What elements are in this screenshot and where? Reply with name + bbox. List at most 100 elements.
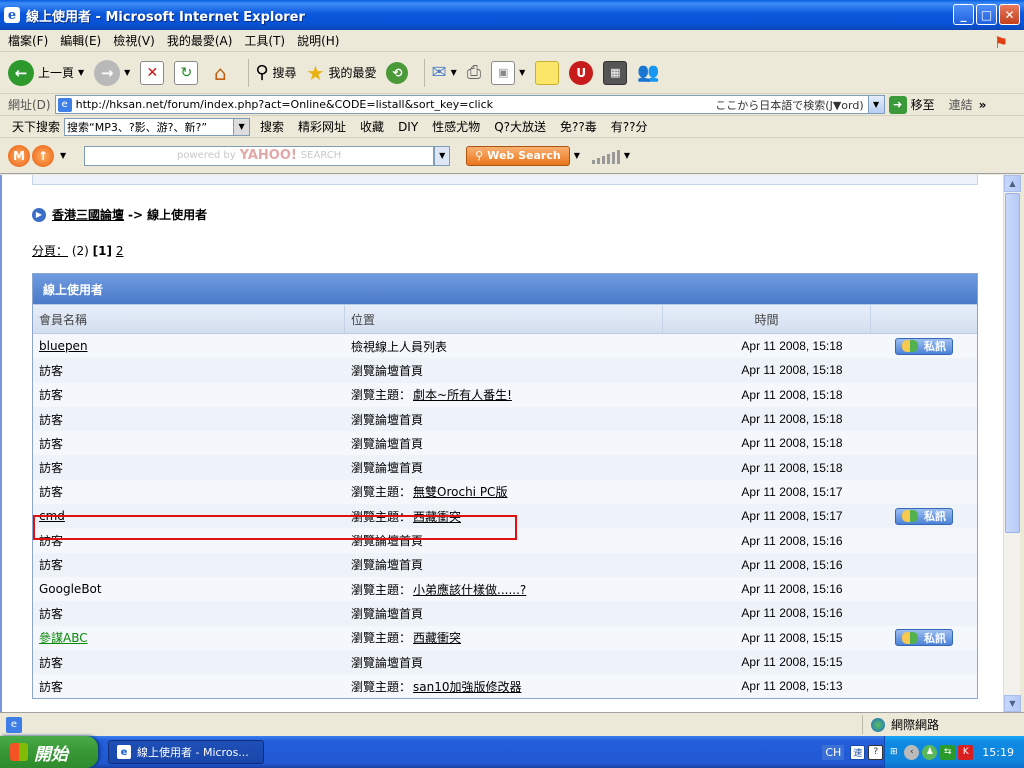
links-item-free[interactable]: 免??毒 xyxy=(560,118,597,135)
menu-favorites[interactable]: 我的最愛(A) xyxy=(167,32,233,49)
window-controls: _ □ ✕ xyxy=(953,4,1020,25)
research-button[interactable]: ▦ xyxy=(603,60,628,85)
options-icon[interactable]: ⊞ xyxy=(886,745,901,760)
links-item-points[interactable]: 有??分 xyxy=(611,118,648,135)
taskbar-ie-window[interactable]: e 線上使用者 - Micros... xyxy=(108,740,264,764)
vertical-scrollbar[interactable]: ▲ ▼ xyxy=(1003,175,1021,712)
table-row: bluepen 檢視線上人員列表 Apr 11 2008, 15:18 私訊 xyxy=(33,334,977,359)
tray-user-icon[interactable]: ♟ xyxy=(922,744,938,760)
links-item-sites[interactable]: 精彩网址 xyxy=(298,118,346,135)
signal-bars-icon[interactable] xyxy=(591,148,620,164)
chevron-right-icon[interactable]: » xyxy=(979,98,987,112)
topic-link[interactable]: san10加強版修改器 xyxy=(413,678,521,695)
messenger-button[interactable]: 👥 xyxy=(637,62,659,83)
tray-network-icon[interactable]: ⇆ xyxy=(940,744,956,760)
member-cell: 訪客 xyxy=(33,407,345,431)
links-item-sexy[interactable]: 性感尤物 xyxy=(432,118,480,135)
search-icon: ⚲ xyxy=(255,62,269,83)
links-item-q[interactable]: Q?大放送 xyxy=(494,118,546,135)
note-button[interactable] xyxy=(535,60,560,85)
scroll-thumb[interactable] xyxy=(1005,193,1020,533)
ime-speed-icon[interactable]: 速 xyxy=(850,744,866,760)
back-dropdown-icon[interactable]: ▼ xyxy=(78,68,84,77)
menu-edit[interactable]: 編輯(E) xyxy=(60,32,101,49)
address-dropdown-icon[interactable]: ▼ xyxy=(867,96,884,113)
links-item-search[interactable]: 搜索 xyxy=(260,118,284,135)
location-cell: 瀏覽論壇首頁 xyxy=(345,650,663,674)
menu-tools[interactable]: 工具(T) xyxy=(244,32,285,49)
go-button[interactable]: ➜ 移至 xyxy=(888,95,935,114)
forward-dropdown-icon[interactable]: ▼ xyxy=(124,68,130,77)
close-button[interactable]: ✕ xyxy=(999,4,1020,25)
member-name[interactable]: bluepen xyxy=(39,339,88,353)
web-search-button[interactable]: ⚲ Web Search xyxy=(466,145,570,166)
stop-button[interactable]: ✕ xyxy=(140,60,165,85)
topic-link[interactable]: 西藏衝突 xyxy=(413,508,461,525)
scroll-down-icon[interactable]: ▼ xyxy=(1004,695,1021,712)
favorites-button[interactable]: ★ 我的最愛 xyxy=(307,61,377,85)
mail-button[interactable]: ✉ ▼ xyxy=(431,62,456,83)
table-row: GoogleBot 瀏覽主題： 小弟應該什樣做......? Apr 11 2008,… xyxy=(33,576,977,602)
private-message-button[interactable]: 私訊 xyxy=(895,337,953,355)
links-item-tianxia[interactable]: 天下搜索 xyxy=(12,118,60,135)
jp-search-hint[interactable]: ここから日本語で検索(J▼ord) xyxy=(715,97,863,113)
yahoo-dropdown-icon[interactable]: ▼ xyxy=(60,151,66,160)
time-cell: Apr 11 2008, 15:18 xyxy=(741,363,843,378)
start-button[interactable]: 開始 xyxy=(0,736,98,768)
private-message-button[interactable]: 私訊 xyxy=(895,507,953,525)
table-row: 訪客 瀏覽論壇首頁 Apr 11 2008, 15:16 xyxy=(33,528,977,553)
tray-back-icon[interactable]: ‹ xyxy=(904,744,920,760)
tray-antivirus-icon[interactable]: K xyxy=(958,744,974,760)
member-name[interactable]: 參謀ABC xyxy=(39,629,88,646)
breadcrumb-home-link[interactable]: 香港三國論壇 xyxy=(52,206,124,223)
links-search-text[interactable]: 搜索“MP3、?影、游?、新?” xyxy=(67,119,207,135)
links-item-collect[interactable]: 收藏 xyxy=(360,118,384,135)
topic-link[interactable]: 劇本~所有人番生! xyxy=(413,386,512,403)
topic-link[interactable]: 西藏衝突 xyxy=(413,629,461,646)
back-button[interactable]: ← 上一頁 ▼ xyxy=(8,59,84,86)
pager-next-link[interactable]: 2 xyxy=(116,244,124,258)
help-icon[interactable]: ? xyxy=(868,744,884,760)
web-search-dropdown-icon[interactable]: ▼ xyxy=(574,151,580,160)
edit-button[interactable]: ▣ ▼ xyxy=(491,60,525,85)
refresh-button[interactable]: ↻ xyxy=(174,60,199,85)
title-bar[interactable]: e 線上使用者 - Microsoft Internet Explorer _ … xyxy=(0,0,1024,30)
member-name: 訪客 xyxy=(39,388,64,403)
yahoo-search-dropdown-icon[interactable]: ▼ xyxy=(434,145,451,166)
pager-label[interactable]: 分頁： xyxy=(32,244,68,258)
yahoo-brand: YAHOO! xyxy=(239,148,297,163)
print-button[interactable]: ⎙ xyxy=(467,62,481,83)
topic-link[interactable]: 小弟應該什樣做......? xyxy=(413,581,526,598)
address-input[interactable]: e http://hksan.net/forum/index.php?act=O… xyxy=(54,95,885,114)
links-item-diy[interactable]: DIY xyxy=(398,120,418,134)
breadcrumb: ▶ 香港三國論壇 -> 線上使用者 xyxy=(32,206,207,223)
breadcrumb-arrow-icon: ▶ xyxy=(32,207,46,222)
yahoo-m-icon[interactable]: M xyxy=(8,144,30,167)
history-button[interactable]: ⟲ xyxy=(386,61,409,84)
member-name[interactable]: cmd xyxy=(39,509,65,523)
topic-link[interactable]: 無雙Orochi PC版 xyxy=(413,483,507,500)
private-message-button[interactable]: 私訊 xyxy=(895,629,953,647)
links-search-box[interactable]: 搜索“MP3、?影、游?、新?” ▼ xyxy=(64,117,251,136)
address-url[interactable]: http://hksan.net/forum/index.php?act=Onl… xyxy=(76,98,716,111)
time-cell: Apr 11 2008, 15:16 xyxy=(741,582,843,597)
menu-help[interactable]: 說明(H) xyxy=(297,32,339,49)
forward-button[interactable]: → ▼ xyxy=(94,59,130,86)
links-search-dropdown-icon[interactable]: ▼ xyxy=(233,118,250,135)
menu-view[interactable]: 檢視(V) xyxy=(113,32,155,49)
minimize-button[interactable]: _ xyxy=(953,4,974,25)
links-button[interactable]: 連結 xyxy=(949,96,973,113)
menu-file[interactable]: 檔案(F) xyxy=(8,32,48,49)
addon-button[interactable]: U xyxy=(569,60,594,85)
scroll-up-icon[interactable]: ▲ xyxy=(1004,175,1021,192)
mail-dropdown-icon[interactable]: ▼ xyxy=(451,68,457,77)
bars-dropdown-icon[interactable]: ▼ xyxy=(624,151,630,160)
yahoo-search-input[interactable]: powered by YAHOO! SEARCH xyxy=(84,145,435,166)
maximize-button[interactable]: □ xyxy=(976,4,997,25)
yahoo-up-icon[interactable]: ↑ xyxy=(32,144,54,167)
language-indicator[interactable]: CH xyxy=(822,744,845,760)
search-button[interactable]: ⚲ 搜尋 xyxy=(255,62,296,83)
home-button[interactable]: ⌂ xyxy=(208,61,232,85)
edit-dropdown-icon[interactable]: ▼ xyxy=(519,68,525,77)
star-icon: ★ xyxy=(306,60,325,85)
